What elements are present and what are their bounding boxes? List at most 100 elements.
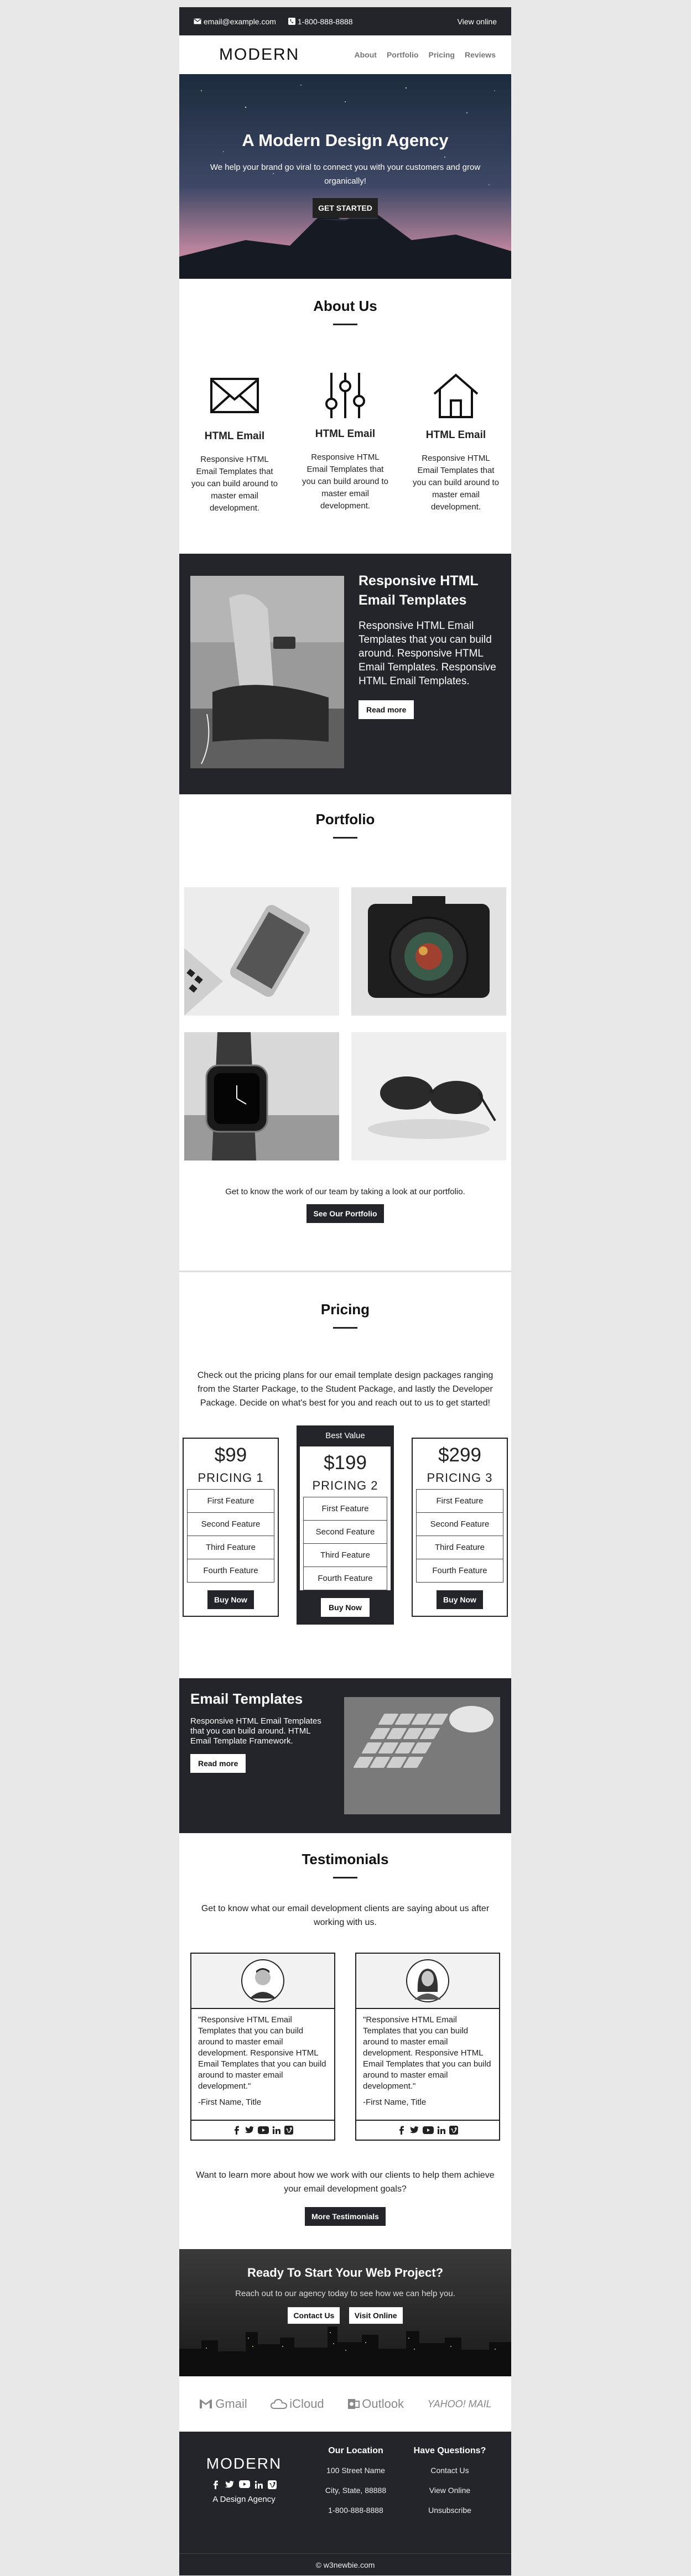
top-contacts: email@example.com 1-800-888-8888 (194, 17, 353, 26)
youtube-icon[interactable] (239, 2480, 250, 2488)
best-value-badge: Best Value (325, 1431, 365, 1440)
cta-section: Ready To Start Your Web Project? Reach o… (179, 2249, 511, 2376)
logo[interactable]: MODERN (219, 45, 299, 64)
visit-online-button[interactable]: Visit Online (349, 2307, 403, 2324)
avatar (241, 1959, 284, 2002)
buy-now-button[interactable]: Buy Now (321, 1598, 370, 1617)
testimonial-social (356, 2120, 499, 2140)
get-started-button[interactable]: GET STARTED (313, 198, 378, 218)
cta-title: Ready To Start Your Web Project? (247, 2266, 444, 2280)
plan-feature: Fourth Feature (187, 1559, 274, 1583)
top-phone-link[interactable]: 1-800-888-8888 (288, 17, 353, 26)
testimonial-photo-area (191, 1954, 334, 2009)
view-online-link[interactable]: View online (458, 17, 497, 26)
testimonial-photo-area (356, 1954, 499, 2009)
about-text: Responsive HTML Email Templates that you… (191, 455, 278, 513)
mail-icon (210, 378, 259, 413)
youtube-icon[interactable] (423, 2126, 434, 2134)
about-columns: HTML Email Responsive HTML Email Templat… (179, 373, 511, 514)
nav-pricing[interactable]: Pricing (428, 50, 454, 59)
plan-feature: Third Feature (187, 1536, 274, 1559)
plan-feature: First Feature (303, 1497, 387, 1521)
footer-questions: Have Questions? Contact Us View Online U… (403, 2446, 497, 2553)
footer-social (179, 2480, 309, 2489)
portfolio-phone-image[interactable] (184, 887, 339, 1016)
footer-contact-link[interactable]: Contact Us (403, 2466, 497, 2475)
portfolio-title: Portfolio (315, 811, 375, 828)
hero: A Modern Design Agency We help your bran… (179, 74, 511, 279)
buy-now-button[interactable]: Buy Now (207, 1590, 254, 1609)
twitter-icon[interactable] (245, 2126, 254, 2135)
footer-view-online-link[interactable]: View Online (403, 2486, 497, 2495)
about-title: About Us (313, 298, 377, 314)
twitter-icon[interactable] (225, 2480, 235, 2489)
twitter-icon[interactable] (409, 2126, 419, 2135)
top-email-text: email@example.com (204, 17, 276, 26)
email-templates-read-more-button[interactable]: Read more (190, 1754, 246, 1773)
plan-name: PRICING 2 (312, 1479, 378, 1492)
footer-address-line: City, State, 88888 (325, 2486, 387, 2495)
testimonials-more-text: Want to learn more about how we work wit… (196, 2171, 495, 2194)
avatar (406, 1959, 449, 2002)
plan-name: PRICING 1 (198, 1471, 264, 1485)
copyright: © w3newbie.com (179, 2553, 511, 2575)
nav-reviews[interactable]: Reviews (465, 50, 496, 59)
plan-price: $199 (324, 1452, 367, 1474)
feature-title: Responsive HTML Email Templates (359, 573, 479, 608)
feature-text: Responsive HTML Email Templates that you… (359, 620, 496, 687)
header: MODERN About Portfolio Pricing Reviews (179, 35, 511, 74)
linkedin-icon[interactable] (272, 2126, 281, 2135)
feature-read-more-button[interactable]: Read more (359, 700, 414, 719)
testimonials-intro: Get to know what our email development c… (201, 1904, 490, 1927)
footer-tagline: A Design Agency (212, 2495, 276, 2504)
portfolio-sunglasses-image[interactable] (351, 1032, 506, 1160)
linkedin-icon[interactable] (254, 2480, 263, 2489)
footer-logo[interactable]: MODERN (179, 2455, 309, 2473)
plan-price: $299 (438, 1444, 481, 1466)
pricing-section: Pricing Check out the pricing plans for … (179, 1271, 511, 1678)
portfolio-text: Get to know the work of our team by taki… (225, 1187, 465, 1196)
nav-portfolio[interactable]: Portfolio (387, 50, 419, 59)
top-phone-text: 1-800-888-8888 (297, 17, 353, 26)
nav-about[interactable]: About (355, 50, 377, 59)
facebook-icon[interactable] (397, 2126, 406, 2135)
person-with-phone-image (190, 576, 344, 768)
facebook-icon[interactable] (211, 2480, 220, 2489)
about-section: About Us HTML Email Responsive HTML Emai… (179, 279, 511, 554)
footer-questions-title: Have Questions? (413, 2446, 486, 2455)
cloud-icon (271, 2398, 288, 2409)
vimeo-icon[interactable] (268, 2480, 277, 2489)
footer-phone[interactable]: 1-800-888-8888 (309, 2506, 403, 2515)
top-bar: email@example.com 1-800-888-8888 View on… (179, 7, 511, 35)
portfolio-camera-image[interactable] (351, 887, 506, 1016)
about-divider (333, 324, 357, 325)
plan-feature: First Feature (187, 1489, 274, 1513)
buy-now-button[interactable]: Buy Now (437, 1590, 483, 1609)
facebook-icon[interactable] (232, 2126, 241, 2135)
footer-unsubscribe-link[interactable]: Unsubscribe (403, 2506, 497, 2515)
main-nav: About Portfolio Pricing Reviews (355, 50, 496, 59)
portfolio-section: Portfolio Get to know the work of our te… (179, 794, 511, 1271)
yahoo-mail-logo: YAHOO! MAIL (428, 2398, 492, 2410)
email-templates-title: Email Templates (190, 1690, 303, 1707)
more-testimonials-button[interactable]: More Testimonials (305, 2207, 386, 2226)
gmail-logo: Gmail (199, 2397, 247, 2411)
contact-us-button[interactable]: Contact Us (288, 2307, 340, 2324)
vimeo-icon[interactable] (284, 2126, 293, 2135)
sliders-icon (325, 373, 365, 418)
outlook-label: Outlook (362, 2397, 404, 2411)
testimonials-title: Testimonials (302, 1851, 389, 1867)
plan-name: PRICING 3 (427, 1471, 493, 1485)
top-email-link[interactable]: email@example.com (194, 17, 276, 26)
plan-price: $99 (214, 1444, 247, 1466)
vimeo-icon[interactable] (449, 2126, 458, 2135)
hero-title: A Modern Design Agency (242, 131, 449, 150)
email-templates-section: Email Templates Responsive HTML Email Te… (179, 1678, 511, 1833)
linkedin-icon[interactable] (437, 2126, 446, 2135)
testimonial-author: -First Name, Title (198, 2098, 262, 2107)
portfolio-watch-image[interactable] (184, 1032, 339, 1160)
see-portfolio-button[interactable]: See Our Portfolio (306, 1204, 384, 1223)
testimonial-quote: "Responsive HTML Email Templates that yo… (198, 2015, 326, 2091)
testimonials-section: Testimonials Get to know what our email … (179, 1833, 511, 2249)
youtube-icon[interactable] (258, 2126, 269, 2134)
